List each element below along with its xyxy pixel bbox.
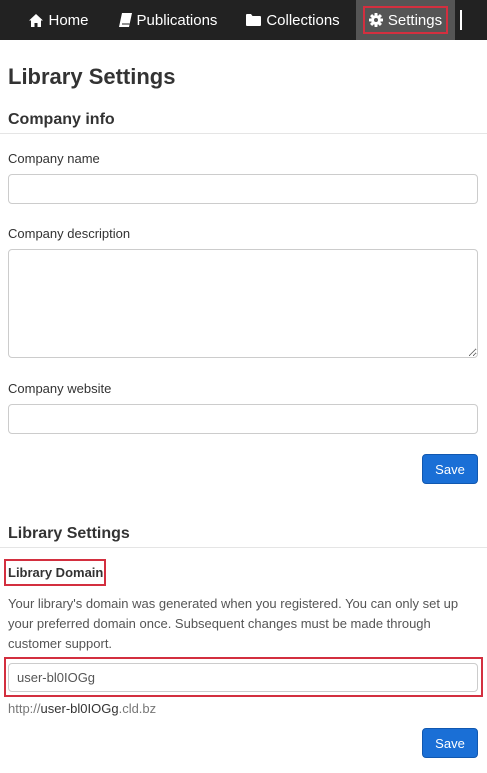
library-settings-heading: Library Settings: [8, 525, 130, 542]
library-domain-label: Library Domain: [8, 565, 104, 580]
nav-collections[interactable]: Collections: [240, 0, 346, 40]
library-domain-input[interactable]: [8, 663, 478, 692]
nav-publications[interactable]: Publications: [112, 0, 224, 40]
nav-settings-label: Settings: [387, 11, 443, 29]
nav-settings[interactable]: Settings: [356, 0, 455, 40]
url-suffix: .cld.bz: [118, 701, 157, 716]
gear-icon: [368, 13, 383, 27]
company-name-label: Company name: [8, 151, 100, 166]
nav-collections-label: Collections: [266, 11, 340, 29]
library-domain-help-text: Your library's domain was generated when…: [8, 596, 459, 651]
company-website-input[interactable]: [8, 404, 478, 434]
section-divider: [0, 547, 487, 548]
nav-home-label: Home: [48, 11, 89, 29]
nav-home[interactable]: Home: [22, 0, 96, 40]
nav-publications-label: Publications: [136, 11, 218, 29]
url-subdomain: user-bl0IOGg: [40, 701, 119, 716]
company-description-textarea[interactable]: [8, 249, 478, 358]
book-icon: [118, 13, 132, 27]
company-name-input[interactable]: [8, 174, 478, 204]
library-domain-url: http://user-bl0IOGg.cld.bz: [8, 701, 156, 716]
company-save-button[interactable]: Save: [422, 454, 478, 484]
nav-divider: [460, 10, 462, 30]
page-title: Library Settings: [8, 64, 176, 89]
company-info-heading: Company info: [8, 111, 115, 128]
top-navbar: Home Publications Collections Settings: [0, 0, 487, 40]
url-prefix: http://: [8, 701, 41, 716]
company-description-label: Company description: [8, 226, 131, 241]
library-save-button[interactable]: Save: [422, 728, 478, 758]
company-website-label: Company website: [8, 381, 112, 396]
home-icon: [29, 13, 44, 27]
section-divider: [0, 133, 487, 134]
folder-icon: [246, 14, 262, 26]
